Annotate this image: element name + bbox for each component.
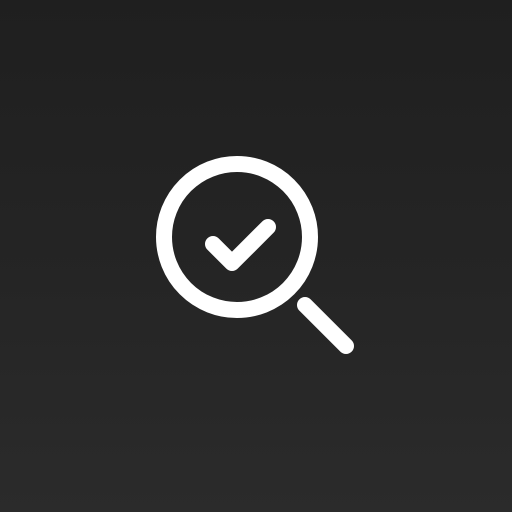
magnifier-handle — [297, 297, 354, 354]
magnifier-lens — [156, 156, 318, 318]
app-icon-tile — [0, 0, 512, 512]
checkmark — [205, 219, 276, 271]
search-check-icon — [156, 156, 354, 354]
